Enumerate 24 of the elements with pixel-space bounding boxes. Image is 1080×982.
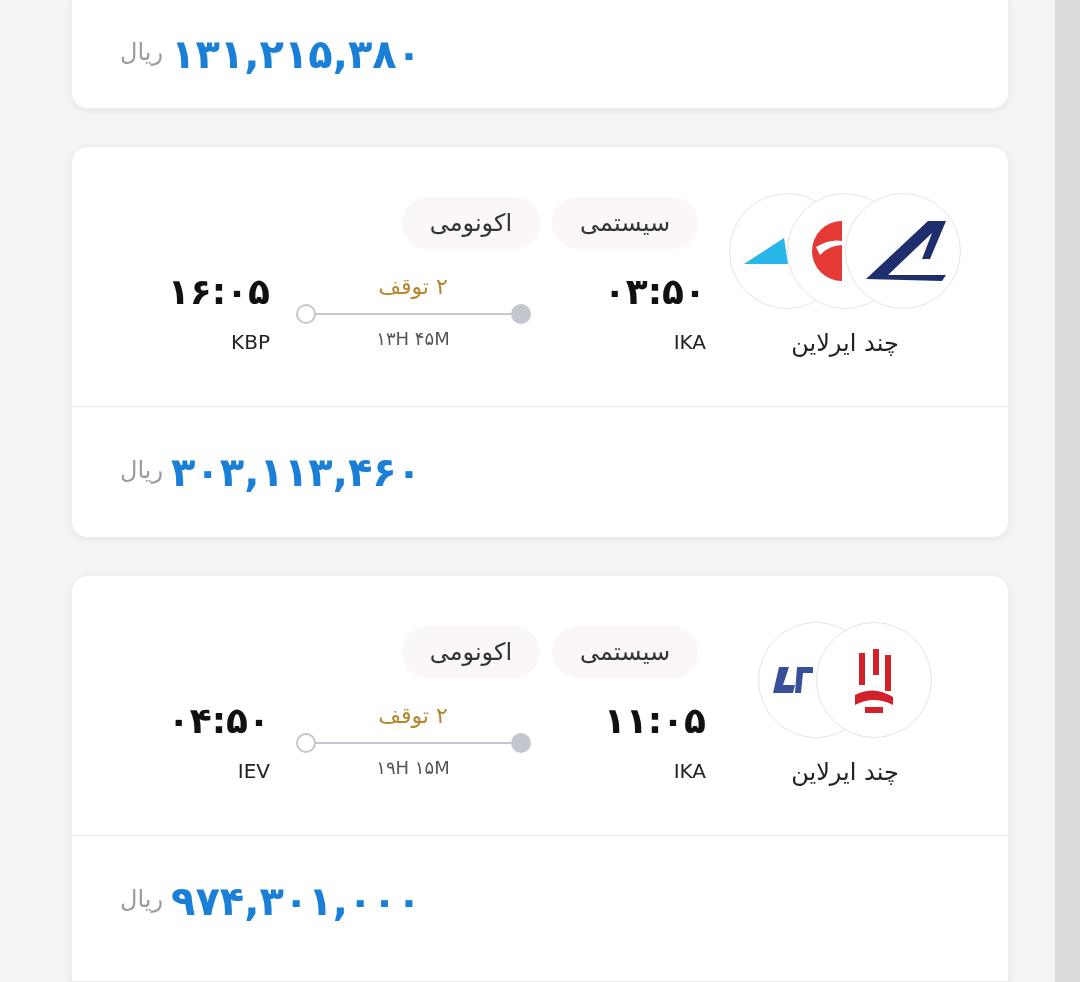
departure-time: ۰۳:۵۰ [603,269,706,314]
price-amount: ۳۰۳,۱۱۳,۴۶۰ [171,452,422,493]
arrival-time: ۱۶:۰۵ [167,269,270,314]
airline-label: چند ایرلاین [791,327,899,359]
currency-label: ریال [120,884,164,916]
arrival-airport: KBP [231,328,270,356]
price-amount: ۱۳۱,۲۱۵,۳۸۰ [171,34,422,75]
airline-label: چند ایرلاین [791,756,899,788]
fare-tag: اکونومی [401,196,541,249]
currency-label: ریال [120,37,164,69]
price-amount: ۹۷۴,۳۰۱,۰۰۰ [171,881,422,922]
flight-duration: ۱۹H ۱۵M [376,755,450,780]
currency-label: ریال [120,455,164,487]
stops-label: ۲ توقف [378,701,448,730]
stops-label: ۲ توقف [378,272,448,301]
flight-duration: ۱۳H ۴۵M [376,326,450,351]
departure-airport: IKA [673,757,706,785]
arrival-time: ۰۴:۵۰ [167,698,270,743]
departure-time: ۱۱:۰۵ [603,698,706,743]
fare-tag: سیستمی [552,625,698,678]
fare-tag: سیستمی [552,196,698,249]
arrival-airport: IEV [237,757,270,785]
departure-airport: IKA [673,328,706,356]
fare-tag: اکونومی [401,625,541,678]
